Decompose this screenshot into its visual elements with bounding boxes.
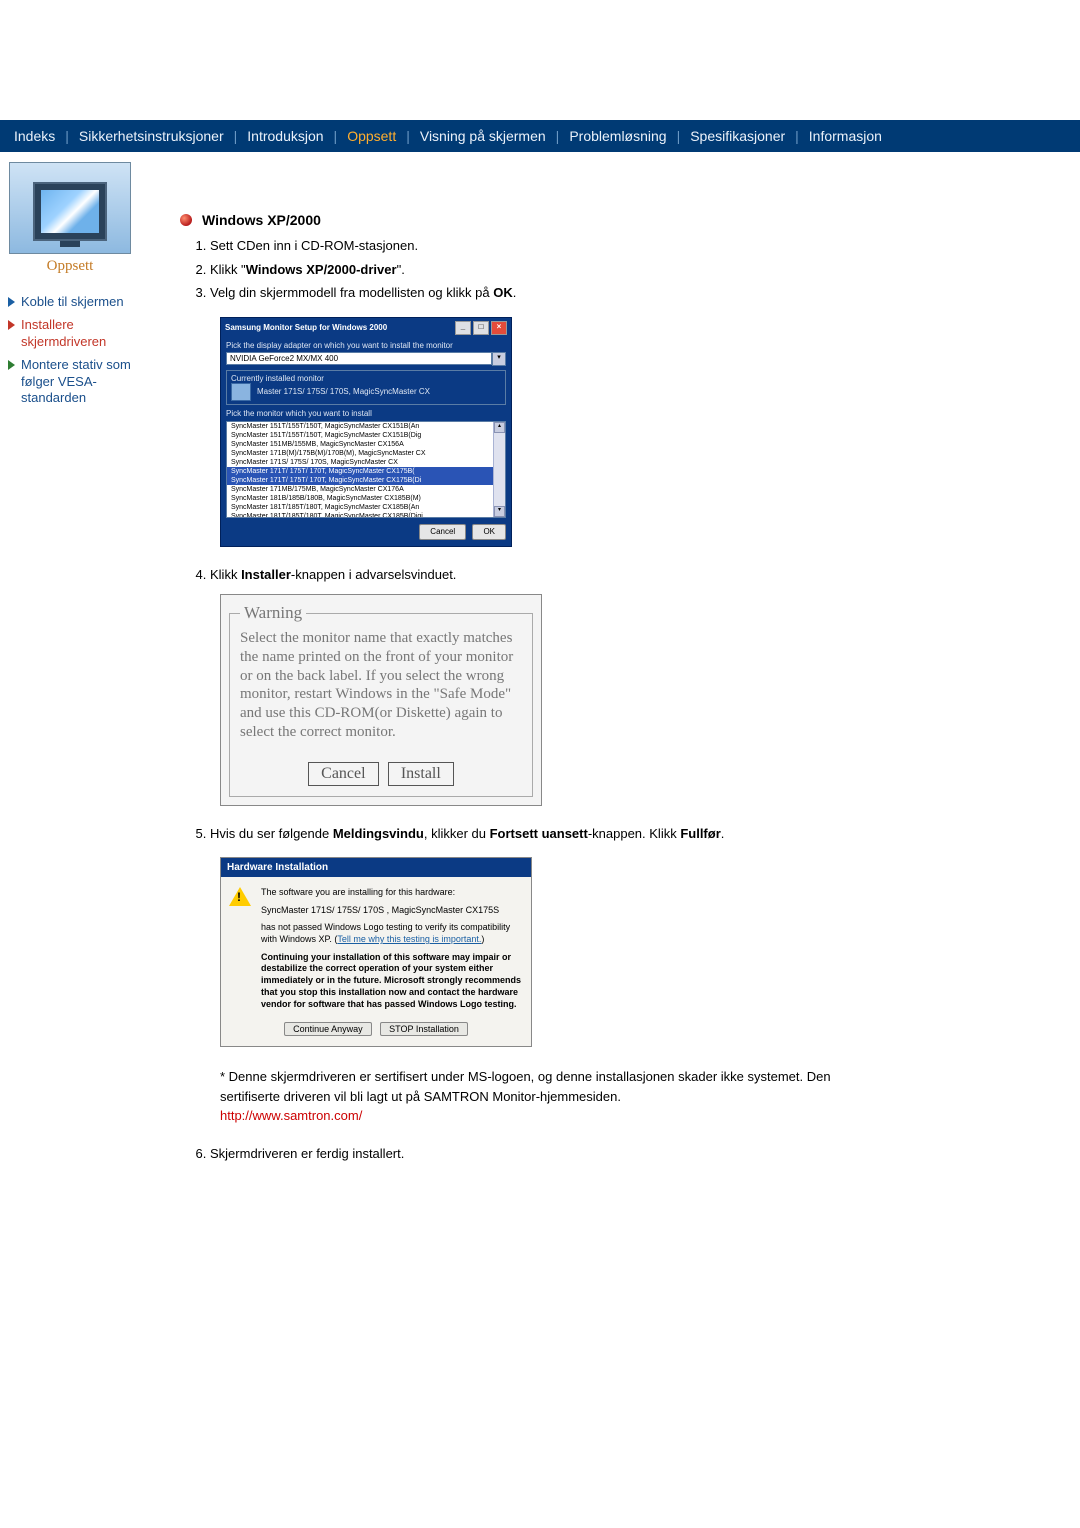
list-item[interactable]: SyncMaster 181T/185T/180T, MagicSyncMast…: [227, 503, 505, 512]
continue-anyway-button[interactable]: Continue Anyway: [284, 1022, 372, 1036]
nav-oppsett[interactable]: Oppsett: [343, 128, 400, 144]
samtron-link[interactable]: http://www.samtron.com/: [220, 1108, 362, 1123]
warning-cancel-button[interactable]: Cancel: [308, 762, 378, 786]
sidebar-link-2[interactable]: Montere stativ som følger VESA-standarde…: [8, 357, 140, 408]
main-content: Windows XP/2000 Sett CDen inn i CD-ROM-s…: [140, 152, 1080, 1167]
hw-text-2: SyncMaster 171S/ 175S/ 170S , MagicSyncM…: [261, 905, 523, 917]
warning-dialog: Warning Select the monitor name that exa…: [220, 594, 542, 806]
list-item[interactable]: SyncMaster 171S/ 175S/ 170S, MagicSyncMa…: [227, 458, 505, 467]
nav-introduksjon[interactable]: Introduksjon: [243, 128, 327, 144]
dialog-titlebar: Samsung Monitor Setup for Windows 2000 _…: [221, 318, 511, 338]
list-item[interactable]: SyncMaster 151T/155T/150T, MagicSyncMast…: [227, 431, 505, 440]
arrow-right-icon: [8, 320, 15, 330]
adapter-select[interactable]: NVIDIA GeForce2 MX/MX 400: [226, 352, 492, 365]
current-monitor-group: Currently installed monitor Master 171S/…: [226, 370, 506, 405]
step-3: Velg din skjermmodell fra modellisten og…: [210, 283, 1060, 303]
dropdown-arrow-icon[interactable]: ▾: [492, 352, 506, 366]
list-item[interactable]: SyncMaster 171T/ 175T/ 170T, MagicSyncMa…: [227, 467, 505, 476]
steps-list-4: Klikk Installer-knappen i advarselsvindu…: [210, 565, 1060, 585]
nav-visning på skjermen[interactable]: Visning på skjermen: [416, 128, 550, 144]
list-item[interactable]: SyncMaster 151MB/155MB, MagicSyncMaster …: [227, 440, 505, 449]
sidebar-link-0[interactable]: Koble til skjermen: [8, 294, 140, 311]
hw-text-1: The software you are installing for this…: [261, 887, 523, 899]
list-prompt: Pick the monitor which you want to insta…: [226, 409, 506, 418]
steps-list-5: Hvis du ser følgende Meldingsvindu, klik…: [210, 824, 1060, 844]
sidebar-thumbnail-label: Oppsett: [10, 258, 130, 275]
current-monitor-value: Master 171S/ 175S/ 170S, MagicSyncMaster…: [257, 387, 430, 396]
hw-text-4: Continuing your installation of this sof…: [261, 952, 523, 1010]
steps-list-6: Skjermdriveren er ferdig installert.: [210, 1144, 1060, 1164]
nav-spesifikasjoner[interactable]: Spesifikasjoner: [686, 128, 789, 144]
adapter-prompt: Pick the display adapter on which you wa…: [226, 341, 506, 350]
steps-list: Sett CDen inn i CD-ROM-stasjonen. Klikk …: [210, 236, 1060, 303]
warning-install-button[interactable]: Install: [388, 762, 454, 786]
sidebar-link-1[interactable]: Installere skjermdriveren: [8, 317, 140, 351]
list-item[interactable]: SyncMaster 171B(M)/175B(M)/170B(M), Magi…: [227, 449, 505, 458]
ok-button[interactable]: OK: [472, 524, 506, 540]
bullet-icon: [180, 214, 192, 226]
arrow-right-icon: [8, 360, 15, 370]
hardware-installation-dialog: Hardware Installation The software you a…: [220, 857, 532, 1047]
step-5: Hvis du ser følgende Meldingsvindu, klik…: [210, 824, 1060, 844]
stop-installation-button[interactable]: STOP Installation: [380, 1022, 468, 1036]
close-button[interactable]: ×: [491, 321, 507, 335]
step-6: Skjermdriveren er ferdig installert.: [210, 1144, 1060, 1164]
sidebar-thumbnail: Oppsett: [9, 162, 131, 254]
sidebar-link-label: Montere stativ som følger VESA-standarde…: [21, 357, 140, 408]
scroll-down-button[interactable]: ▾: [494, 506, 505, 517]
maximize-button[interactable]: □: [473, 321, 489, 335]
hw-text-3: has not passed Windows Logo testing to v…: [261, 922, 523, 945]
list-item[interactable]: SyncMaster 171T/ 175T/ 170T, MagicSyncMa…: [227, 476, 505, 485]
nav-sikkerhetsinstruksjoner[interactable]: Sikkerhetsinstruksjoner: [75, 128, 228, 144]
nav-informasjon[interactable]: Informasjon: [805, 128, 886, 144]
nav-indeks[interactable]: Indeks: [10, 128, 59, 144]
minimize-button[interactable]: _: [455, 321, 471, 335]
listbox-scrollbar[interactable]: ▴ ▾: [493, 422, 505, 517]
hw-dialog-title: Hardware Installation: [221, 858, 531, 877]
list-item[interactable]: SyncMaster 181T/185T/180T, MagicSyncMast…: [227, 512, 505, 518]
cancel-button[interactable]: Cancel: [419, 524, 466, 540]
step-4: Klikk Installer-knappen i advarselsvindu…: [210, 565, 1060, 585]
step-2: Klikk "Windows XP/2000-driver".: [210, 260, 1060, 280]
section-title: Windows XP/2000: [202, 212, 321, 228]
warning-triangle-icon: [229, 887, 251, 906]
top-nav: Indeks|Sikkerhetsinstruksjoner|Introduks…: [0, 120, 1080, 152]
list-item[interactable]: SyncMaster 181B/185B/180B, MagicSyncMast…: [227, 494, 505, 503]
warning-message: Select the monitor name that exactly mat…: [240, 629, 522, 742]
sidebar-link-label: Koble til skjermen: [21, 294, 124, 311]
dialog-title: Samsung Monitor Setup for Windows 2000: [225, 323, 387, 332]
sidebar-link-label: Installere skjermdriveren: [21, 317, 140, 351]
monitor-icon: [33, 182, 107, 241]
monitor-setup-dialog: Samsung Monitor Setup for Windows 2000 _…: [220, 317, 512, 547]
monitor-small-icon: [231, 383, 251, 401]
monitor-listbox[interactable]: SyncMaster 151T/155T/150T, MagicSyncMast…: [226, 421, 506, 518]
warning-legend: Warning: [240, 603, 306, 623]
certification-note: * Denne skjermdriveren er sertifisert un…: [220, 1067, 880, 1126]
step-1: Sett CDen inn i CD-ROM-stasjonen.: [210, 236, 1060, 256]
group-label: Currently installed monitor: [231, 374, 501, 383]
section-heading: Windows XP/2000: [180, 212, 1060, 228]
nav-problemløsning[interactable]: Problemløsning: [565, 128, 670, 144]
arrow-right-icon: [8, 297, 15, 307]
list-item[interactable]: SyncMaster 151T/155T/150T, MagicSyncMast…: [227, 422, 505, 431]
scroll-up-button[interactable]: ▴: [494, 422, 505, 433]
hw-why-link[interactable]: Tell me why this testing is important.: [337, 934, 481, 944]
list-item[interactable]: SyncMaster 171MB/175MB, MagicSyncMaster …: [227, 485, 505, 494]
sidebar: Oppsett Koble til skjermen Installere skj…: [0, 152, 140, 413]
